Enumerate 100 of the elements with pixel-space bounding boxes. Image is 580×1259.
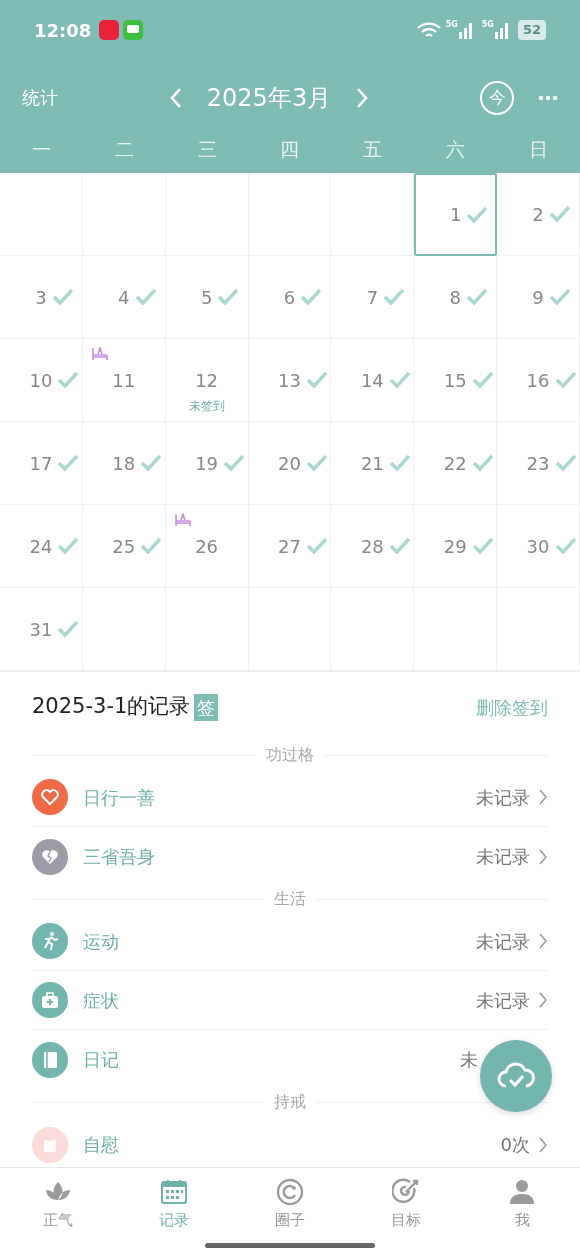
message-icon [123,20,144,40]
tab-item[interactable]: 圈子 [232,1168,348,1259]
record-label: 症状 [83,988,120,1013]
day-number: 9 [532,285,544,310]
tab-item[interactable]: 记录 [116,1168,232,1259]
record-value: 0次 [500,1133,530,1157]
record-label: 自慰 [83,1133,120,1157]
day-note: 未签到 [187,398,226,415]
calendar-day[interactable]: 30 [497,505,580,588]
day-number: 24 [29,534,53,559]
weekday-label: 五 [362,137,384,162]
calendar-icon [160,1178,188,1206]
tab-item[interactable]: 目标 [348,1168,464,1259]
day-number: 20 [278,451,301,476]
record-row[interactable]: 运动 未记录 [32,912,548,971]
weekday-label: 六 [445,137,467,162]
day-number: 25 [112,534,136,559]
calendar-day[interactable]: 15 [414,339,498,422]
weekday-label: 二 [113,137,135,162]
day-number: 10 [29,368,53,393]
day-number: 27 [278,534,301,559]
ring-icon [276,1178,304,1206]
person-icon [508,1178,536,1206]
record-row[interactable]: 自慰 0次 [32,1115,548,1167]
record-row[interactable]: 日记 未 [32,1030,478,1089]
day-number: 4 [118,285,130,310]
record-label: 三省吾身 [83,845,156,869]
statistics-link[interactable]: 统计 [22,84,58,111]
calendar-day[interactable]: 12 未签到 [165,339,249,422]
calendar-day[interactable]: 5 [165,256,249,339]
calendar-day[interactable]: 26 [165,505,249,588]
record-row[interactable]: 三省吾身 未记录 [32,827,548,886]
day-number: 7 [366,285,379,310]
record-title: 2025-3-1的记录 [32,693,191,721]
record-label: 日行一善 [83,785,156,810]
tab-item[interactable]: 我 [464,1168,580,1259]
record-row[interactable]: 症状 未记录 [32,971,548,1030]
calendar-day[interactable]: 29 [414,505,498,588]
day-number: 28 [360,534,384,559]
calendar-day[interactable]: 23 [497,422,580,505]
calendar-day[interactable]: 25 [82,505,166,588]
calendar-day[interactable]: 4 [82,256,166,339]
calendar-day[interactable]: 11 [82,339,166,422]
calendar-day[interactable]: 14 [331,339,415,422]
cloud-sync-button[interactable] [480,1040,552,1112]
calendar-day[interactable]: 18 [82,422,166,505]
day-number: 31 [29,617,53,642]
status-time: 12:08 [34,18,92,43]
today-button[interactable]: 今 [480,80,514,115]
record-value: 未记录 [476,988,530,1013]
weekday-label: 四 [279,137,301,162]
record-value: 未记录 [476,785,530,810]
section-title: 功过格 [266,744,314,766]
calendar-day[interactable]: 7 [331,256,415,339]
record-row[interactable]: 日行一善 未记录 [32,768,548,827]
day-number: 23 [526,451,550,476]
day-number: 8 [449,285,461,310]
delete-check-in-link[interactable]: 删除签到 [476,693,548,721]
wifi-icon [415,21,442,39]
calendar-day[interactable]: 31 [0,588,83,671]
day-number: 22 [443,451,467,476]
calendar-day[interactable]: 10 [0,339,83,422]
section-title: 生活 [274,888,306,910]
day-number: 21 [360,451,384,476]
day-number: 14 [360,368,384,393]
tab-item[interactable]: 正气 [0,1168,116,1259]
network-label: 5G [481,21,494,29]
day-number: 18 [112,451,136,476]
calendar-day[interactable]: 3 [0,256,83,339]
calendar-day[interactable]: 27 [248,505,332,588]
record-value: 未记录 [476,845,530,869]
calendar-day[interactable]: 9 [497,256,580,339]
calendar-day[interactable]: 13 [248,339,332,422]
calendar-day[interactable]: 24 [0,505,83,588]
calendar-day[interactable]: 17 [0,422,83,505]
target-icon [392,1178,420,1206]
day-number: 16 [526,368,550,393]
calendar-day[interactable]: 8 [414,256,498,339]
calendar-day[interactable]: 21 [331,422,415,505]
calendar-day[interactable]: 1 [414,173,498,256]
signal-icon [493,21,510,39]
calendar-day[interactable]: 6 [248,256,332,339]
calendar-day[interactable]: 16 [497,339,580,422]
day-number: 5 [200,285,213,310]
calendar-day[interactable]: 28 [331,505,415,588]
calendar-day[interactable]: 2 [497,173,580,256]
day-number: 2 [532,202,544,227]
signal-icon [457,21,474,39]
more-icon[interactable] [538,94,558,101]
record-label: 日记 [83,1048,120,1072]
calendar-day[interactable]: 22 [414,422,498,505]
calendar-day[interactable]: 19 [165,422,249,505]
signed-tag: 签 [194,693,219,721]
day-number: 15 [443,368,467,393]
day-number: 1 [450,203,462,227]
day-number: 30 [526,534,550,559]
day-number: 26 [195,534,219,559]
weekday-label: 一 [30,137,52,162]
calendar-day[interactable]: 20 [248,422,332,505]
day-number: 3 [35,285,47,310]
